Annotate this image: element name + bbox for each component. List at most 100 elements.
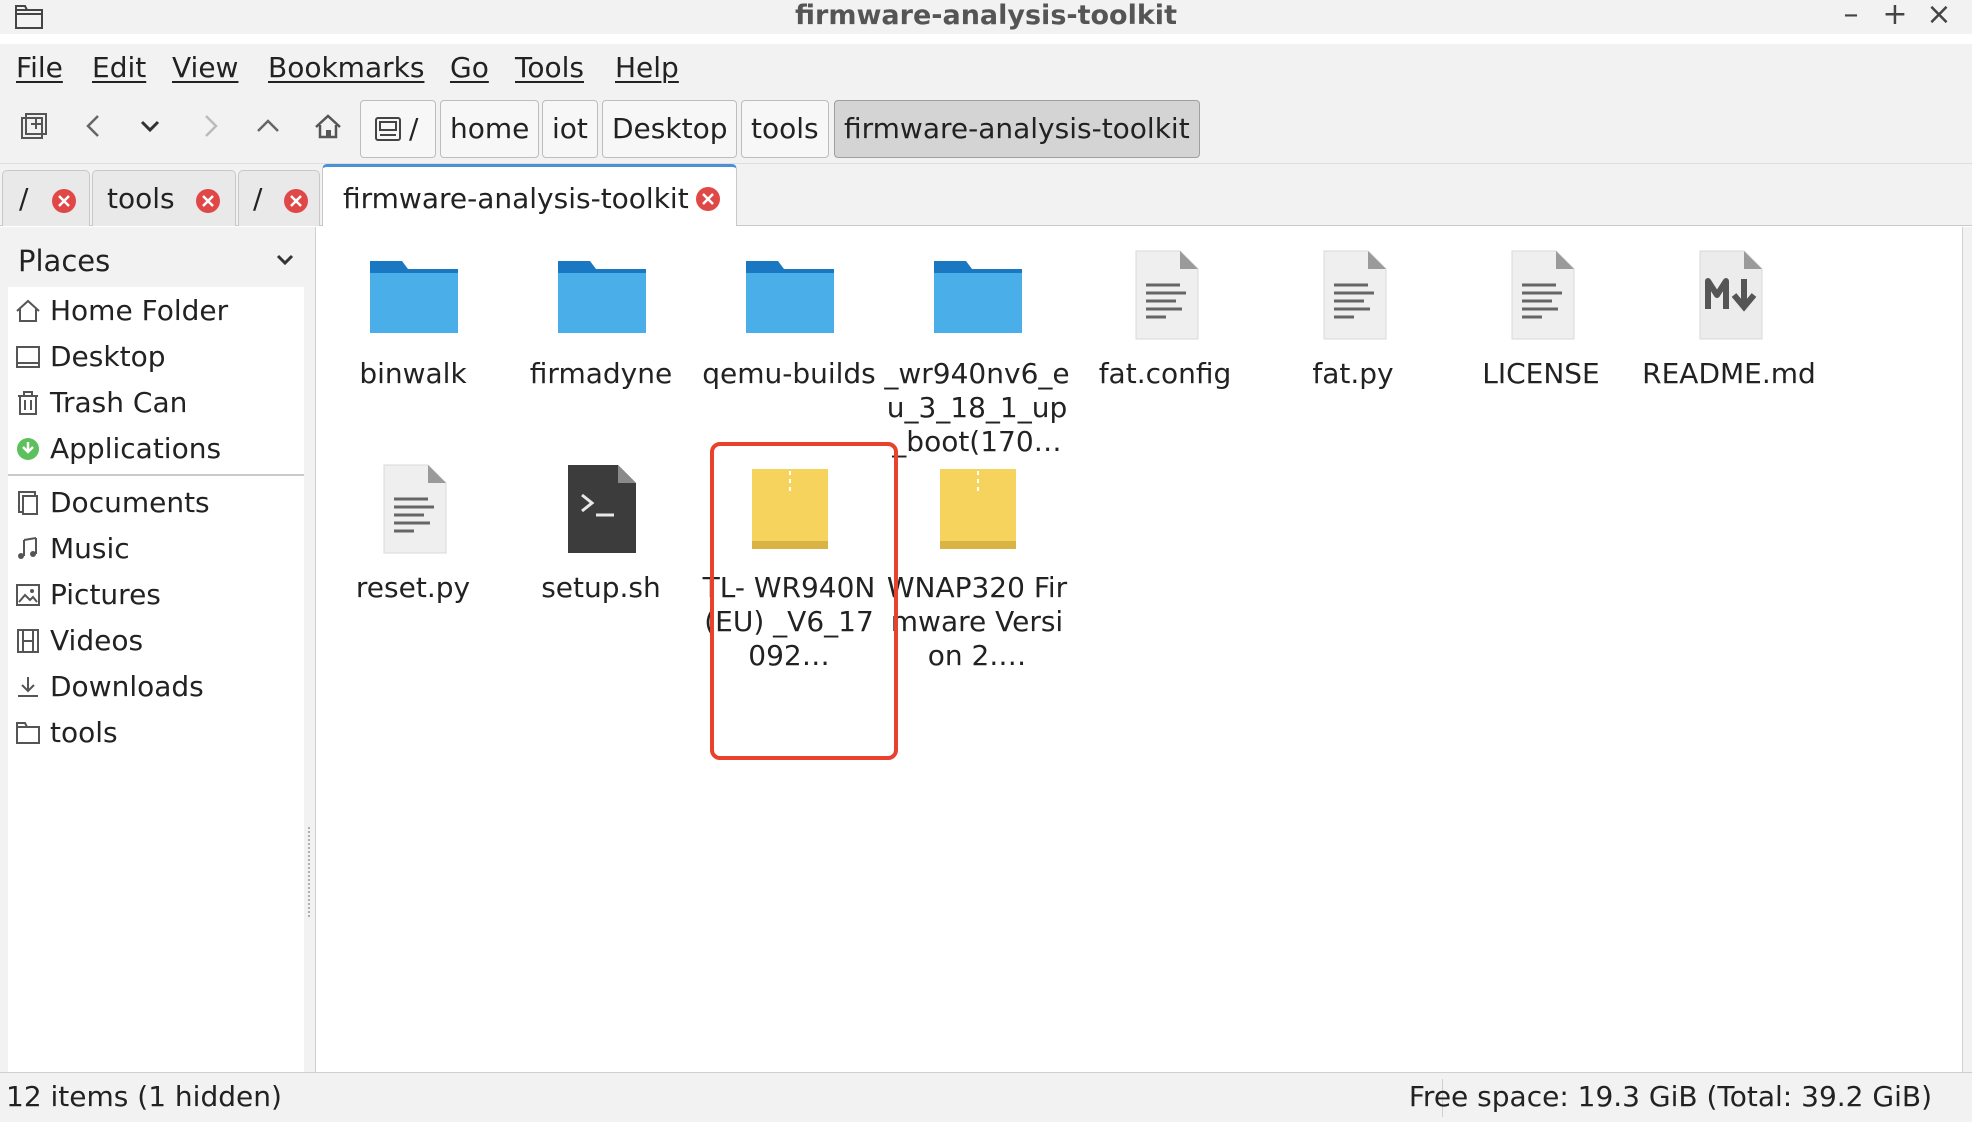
file-name: fat.py: [1312, 357, 1394, 390]
toolbar: / home iot Desktop tools firmware-analys…: [0, 92, 1972, 164]
places-list: Home Folder Desktop Trash Can Applicatio…: [8, 287, 304, 1072]
sidebar-item-label: tools: [50, 716, 118, 749]
home-icon: [315, 114, 341, 139]
file-name: binwalk: [359, 357, 467, 390]
file-name: fat.config: [1098, 357, 1232, 390]
menu-bookmarks[interactable]: Bookmarks: [268, 48, 424, 88]
close-tab-icon[interactable]: [51, 188, 77, 214]
home-button[interactable]: [308, 106, 348, 146]
tab-label: tools: [107, 182, 175, 215]
applications-icon: [17, 438, 39, 460]
sidebar-item-downloads[interactable]: Downloads: [8, 665, 304, 709]
title-bar: firmware-analysis-toolkit – + ×: [0, 0, 1972, 34]
documents-icon: [18, 491, 38, 515]
close-tab-icon[interactable]: [195, 188, 221, 214]
scrollbar[interactable]: [1962, 227, 1972, 1072]
sidebar-item-desktop[interactable]: Desktop: [8, 335, 304, 379]
file-name: _wr940nv6_e u_3_18_1_up _boot(170…: [884, 357, 1070, 458]
up-button[interactable]: [248, 106, 288, 146]
close-window-button[interactable]: ×: [1922, 0, 1956, 32]
sidebar-item-label: Pictures: [50, 578, 161, 611]
archive-icon: [752, 469, 828, 549]
places-header[interactable]: Places: [8, 237, 306, 285]
trash-icon: [18, 391, 38, 415]
file-name: qemu-builds: [702, 357, 876, 390]
folder-icon: [934, 261, 1022, 333]
file-name: TL- WR940N(EU) _V6_17092…: [702, 571, 876, 672]
sidebar-item-applications[interactable]: Applications: [8, 427, 304, 471]
close-tab-icon[interactable]: [695, 186, 721, 212]
tab-tools[interactable]: tools: [92, 170, 236, 226]
terminal-script-icon: [568, 465, 636, 553]
pane-resize-handle[interactable]: [308, 827, 312, 917]
status-bar: 12 items (1 hidden) Free space: 19.3 GiB…: [0, 1072, 1972, 1122]
menu-file[interactable]: File: [16, 48, 63, 88]
close-tab-icon[interactable]: [283, 188, 309, 214]
tab-root-2[interactable]: /: [238, 170, 320, 226]
forward-button[interactable]: [190, 106, 230, 146]
sidebar-item-label: Downloads: [50, 670, 204, 703]
tab-firmware-analysis-toolkit[interactable]: firmware-analysis-toolkit: [322, 164, 737, 226]
tab-bar: / tools / firmware-analysis-toolkit: [0, 164, 1972, 226]
drive-icon: [375, 117, 401, 141]
tab-root-1[interactable]: /: [2, 170, 90, 226]
sidebar-item-tools[interactable]: tools: [8, 711, 304, 755]
sidebar-item-label: Music: [50, 532, 130, 565]
text-file-icon: [1511, 250, 1575, 340]
tab-label: /: [19, 182, 29, 215]
menu-help[interactable]: Help: [615, 48, 679, 88]
folder-icon: [370, 261, 458, 333]
item-count: 12 items (1 hidden): [6, 1080, 282, 1113]
file-name: README.md: [1642, 357, 1816, 390]
menu-go[interactable]: Go: [450, 48, 489, 88]
music-icon: [18, 537, 37, 559]
sidebar-item-pictures[interactable]: Pictures: [8, 573, 304, 617]
markdown-file-icon: [1699, 250, 1763, 340]
downloads-icon: [18, 677, 38, 697]
tab-label: /: [253, 182, 263, 215]
breadcrumb-root-label: /: [409, 112, 419, 145]
sidebar-item-music[interactable]: Music: [8, 527, 304, 571]
menu-bar: File Edit View Bookmarks Go Tools Help: [0, 44, 1972, 92]
breadcrumb-firmware-analysis-toolkit[interactable]: firmware-analysis-toolkit: [834, 100, 1200, 158]
sidebar-item-label: Home Folder: [50, 294, 229, 327]
file-name: LICENSE: [1482, 357, 1600, 390]
sidebar-item-label: Applications: [50, 432, 222, 465]
text-file-icon: [383, 464, 447, 554]
menu-tools[interactable]: Tools: [515, 48, 584, 88]
pictures-icon: [16, 584, 40, 606]
file-name: setup.sh: [541, 571, 661, 604]
sidebar-item-label: Videos: [50, 624, 144, 657]
back-button[interactable]: [74, 106, 114, 146]
sidebar: Places Home Folder Desktop Trash Can App…: [0, 227, 316, 1072]
sidebar-item-documents[interactable]: Documents: [8, 481, 304, 525]
breadcrumb-root[interactable]: /: [360, 100, 436, 158]
folder-icon: [16, 722, 40, 744]
new-tab-icon: [21, 113, 47, 139]
text-file-icon: [1135, 250, 1199, 340]
history-dropdown-icon: [140, 120, 160, 133]
sidebar-item-label: Trash Can: [50, 386, 188, 419]
sidebar-item-home-folder[interactable]: Home Folder: [8, 289, 304, 333]
places-title: Places: [18, 244, 111, 278]
breadcrumb-home[interactable]: home: [440, 100, 540, 158]
sidebar-item-label: Documents: [50, 486, 210, 519]
maximize-button[interactable]: +: [1878, 0, 1912, 32]
minimize-button[interactable]: –: [1834, 0, 1868, 32]
file-name: firmadyne: [529, 357, 673, 390]
file-name: WNAP320 Firmware Version 2.…: [886, 571, 1068, 672]
folder-icon: [558, 261, 646, 333]
text-file-icon: [1323, 250, 1387, 340]
sidebar-item-label: Desktop: [50, 340, 166, 373]
menu-edit[interactable]: Edit: [92, 48, 146, 88]
new-tab-button[interactable]: [14, 106, 54, 146]
breadcrumb-iot[interactable]: iot: [542, 100, 598, 158]
menu-view[interactable]: View: [172, 48, 238, 88]
free-space: Free space: 19.3 GiB (Total: 39.2 GiB): [1408, 1080, 1932, 1113]
breadcrumb-desktop[interactable]: Desktop: [602, 100, 738, 158]
sidebar-item-videos[interactable]: Videos: [8, 619, 304, 663]
tab-label: firmware-analysis-toolkit: [343, 182, 689, 215]
sidebar-item-trash-can[interactable]: Trash Can: [8, 381, 304, 425]
breadcrumb-tools[interactable]: tools: [741, 100, 829, 158]
history-dropdown-button[interactable]: [130, 106, 170, 146]
